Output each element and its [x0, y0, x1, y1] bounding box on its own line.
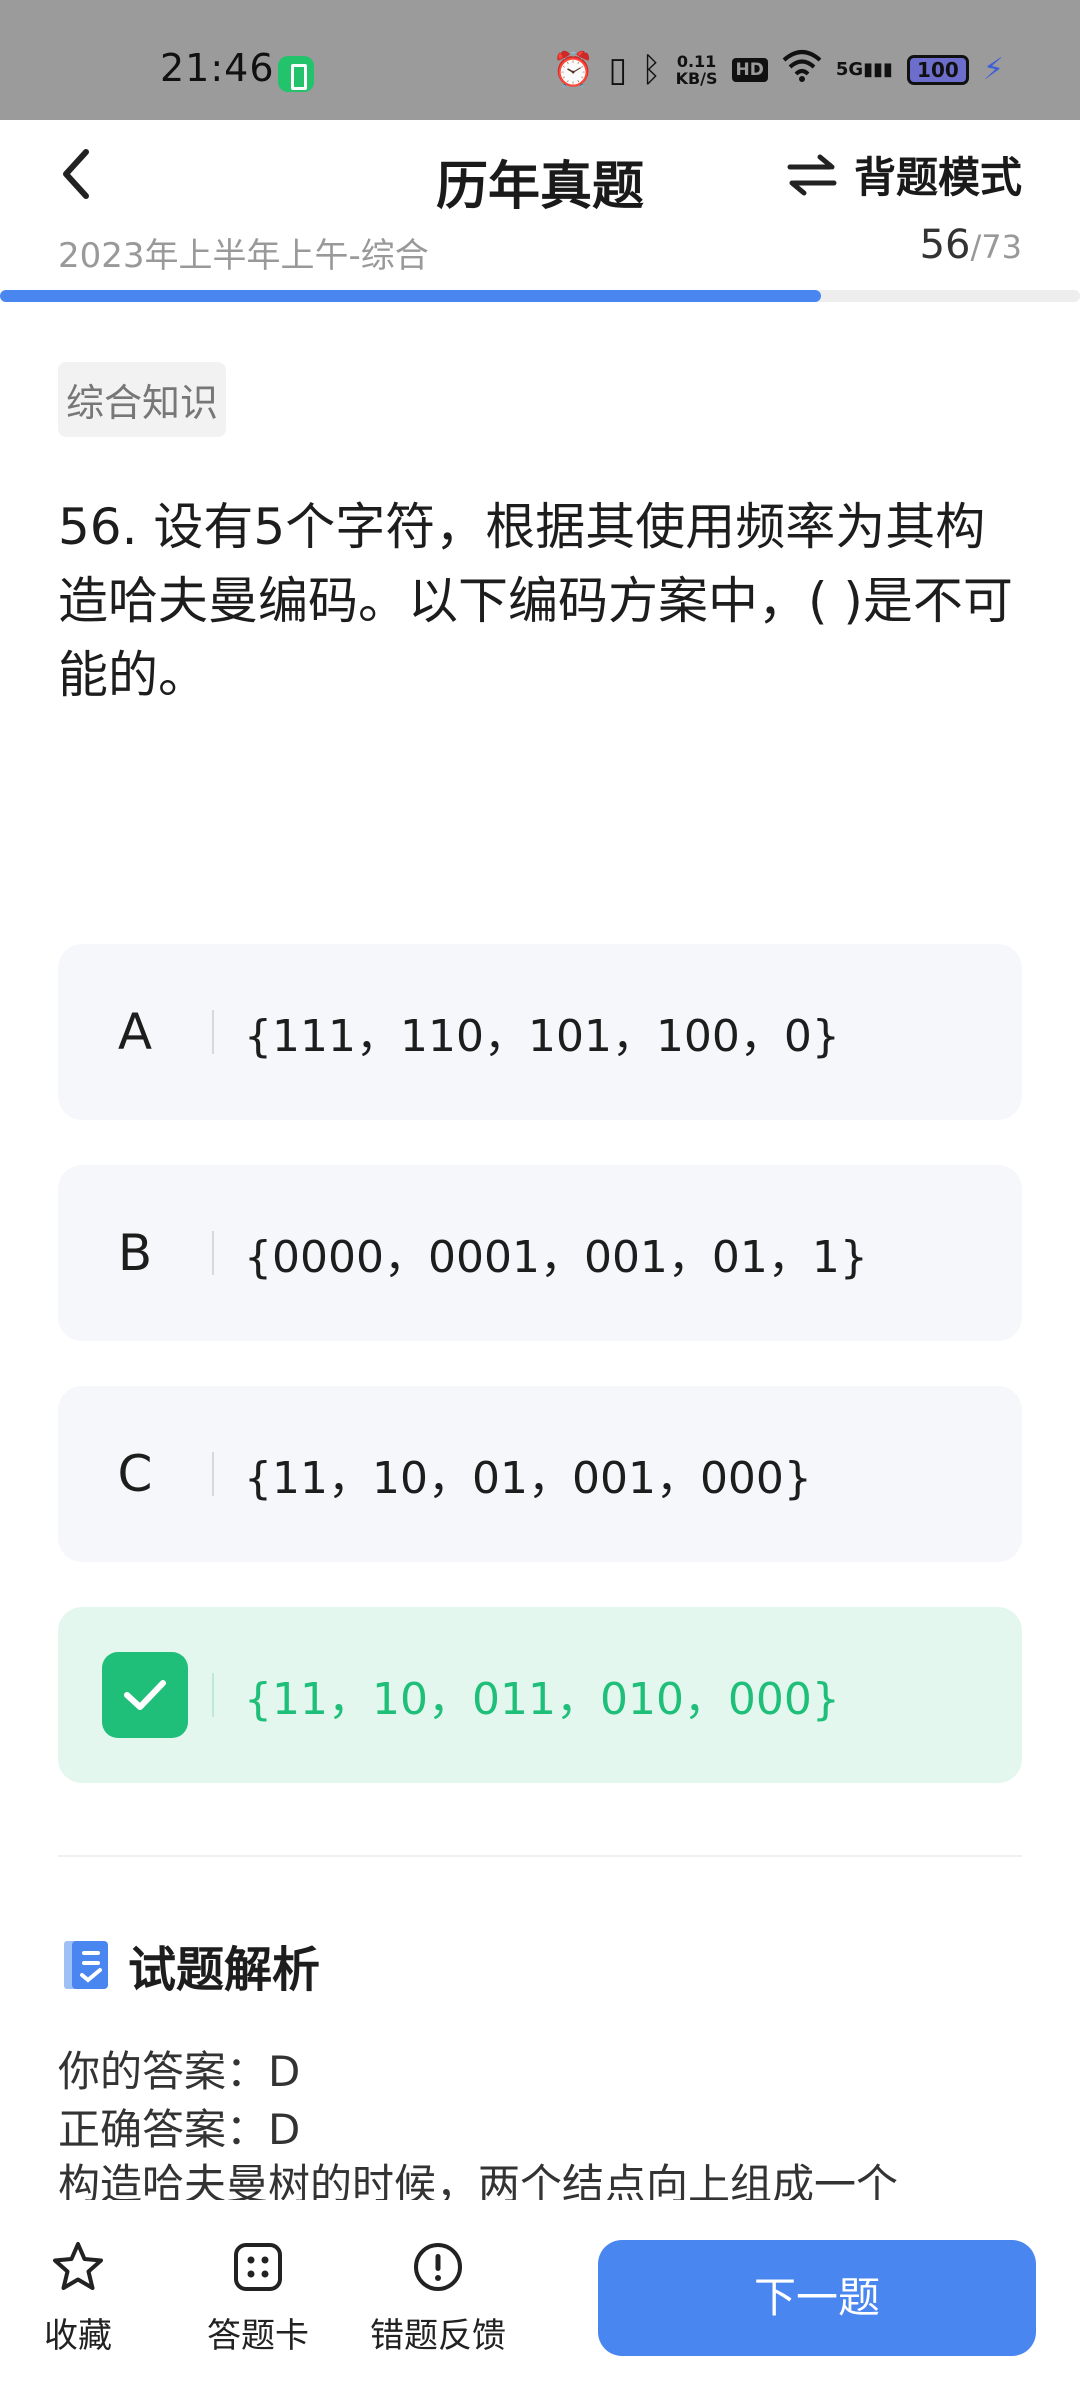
option-letter: A: [117, 1003, 153, 1061]
signal-label: 5G: [835, 59, 864, 80]
status-bar: 21:46 ⏰ ▯ ᛒ 0.11 KB/S HD 5G▮▮▮ 100 ⚡: [0, 0, 1080, 120]
check-icon: [102, 1652, 188, 1738]
explanation-text: 构造哈夫曼树的时候，两个结点向上组成一个: [58, 2160, 899, 2202]
analysis-header: 试题解析: [62, 1930, 320, 2000]
option-text: {111，110，101，100，0}: [244, 1011, 840, 1062]
vibrate-icon: ▯: [608, 49, 628, 90]
next-question-button[interactable]: 下一题: [598, 2240, 1036, 2356]
error-feedback-button[interactable]: 错题反馈: [358, 2240, 518, 2357]
option-letter: C: [117, 1445, 153, 1503]
correct-answer: 正确答案：D: [58, 2105, 301, 2154]
your-answer: 你的答案：D: [58, 2047, 301, 2096]
option-text: {11，10，011，010，000}: [244, 1674, 840, 1725]
alert-icon: [414, 2243, 462, 2291]
wifi-icon: [782, 48, 822, 91]
progress-current: 56: [919, 222, 971, 268]
net-speed-unit: KB/S: [675, 68, 718, 88]
swap-icon: [787, 154, 837, 195]
favorite-button[interactable]: 收藏: [0, 2240, 158, 2357]
hd-badge: HD: [731, 57, 768, 82]
option-d-correct[interactable]: {11，10，011，010，000}: [58, 1607, 1022, 1783]
option-b[interactable]: B {0000，0001，001，01，1}: [58, 1165, 1022, 1341]
recite-mode-button[interactable]: 背题模式: [786, 144, 1022, 205]
option-divider: [212, 1010, 214, 1054]
option-text: {11，10，01，001，000}: [244, 1453, 812, 1504]
progress-total: /73: [970, 228, 1023, 266]
option-a[interactable]: A {111，110，101，100，0}: [58, 944, 1022, 1120]
status-time: 21:46: [160, 46, 275, 90]
favorite-label: 收藏: [44, 2316, 112, 2356]
bluetooth-icon: ᛒ: [641, 49, 662, 90]
status-icons: ⏰ ▯ ᛒ 0.11 KB/S HD 5G▮▮▮ 100 ⚡: [552, 48, 1004, 91]
section-divider: [58, 1855, 1022, 1857]
progress-bar: [0, 290, 1080, 302]
option-text: {0000，0001，001，01，1}: [244, 1232, 868, 1283]
answer-card-icon: [234, 2243, 282, 2291]
signal-icon: 5G▮▮▮: [835, 59, 893, 80]
charging-icon: [278, 56, 314, 92]
progress-counter: 56/73: [920, 222, 1022, 268]
question-text: 56. 设有5个字符，根据其使用频率为其构造哈夫曼编码。以下编码方案中，( )是…: [58, 498, 1013, 704]
bottom-toolbar: 收藏 答题卡 错题反馈 下一题: [0, 2200, 1080, 2400]
analysis-book-icon: [64, 1941, 108, 1989]
answer-card-label: 答题卡: [207, 2316, 309, 2356]
net-speed: 0.11 KB/S: [676, 53, 718, 87]
answer-card-button[interactable]: 答题卡: [178, 2240, 338, 2357]
option-c[interactable]: C {11，10，01，001，000}: [58, 1386, 1022, 1562]
progress-fill: [0, 290, 821, 302]
option-divider: [212, 1452, 214, 1496]
analysis-title: 试题解析: [128, 1942, 321, 1998]
option-letter: B: [117, 1224, 153, 1282]
option-divider: [212, 1673, 214, 1717]
star-icon: [53, 2242, 103, 2290]
error-feedback-label: 错题反馈: [370, 2316, 506, 2356]
exam-name: 2023年上半年上午-综合: [58, 236, 429, 276]
battery-icon: 100: [906, 54, 969, 85]
question-category-tag: 综合知识: [58, 362, 227, 437]
header: 历年真题 背题模式: [0, 120, 1080, 230]
alarm-icon: ⏰: [552, 49, 595, 90]
option-divider: [212, 1231, 214, 1275]
recite-mode-label: 背题模式: [853, 153, 1022, 202]
bolt-icon: ⚡: [982, 52, 1004, 87]
